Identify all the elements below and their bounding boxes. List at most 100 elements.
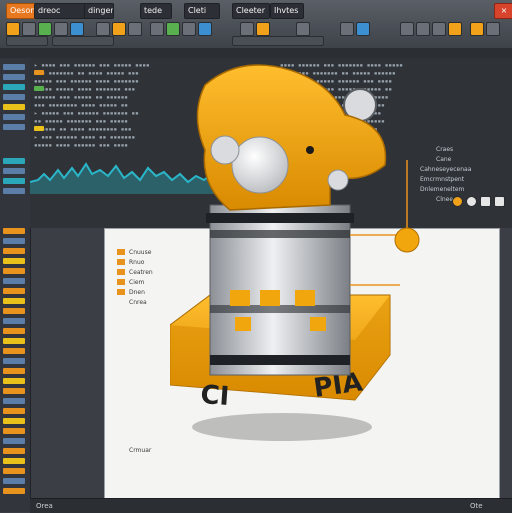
shadow <box>192 413 372 441</box>
sidebar-item[interactable] <box>3 124 25 130</box>
sidebar-item[interactable] <box>3 428 25 434</box>
more-icon[interactable] <box>494 196 505 207</box>
robot-gear-ring <box>210 355 350 365</box>
window-icon[interactable] <box>400 22 414 36</box>
sidebar-item[interactable] <box>3 368 25 374</box>
sidebar-item[interactable] <box>3 478 25 484</box>
robot-panel <box>310 317 326 331</box>
canvas-label: Cnuuse <box>129 249 152 256</box>
sidebar-item[interactable] <box>3 268 25 274</box>
legend-swatch <box>117 259 125 265</box>
robot-pupil <box>306 146 314 154</box>
sidebar-item[interactable] <box>3 308 25 314</box>
layers-icon[interactable] <box>198 22 212 36</box>
record-icon[interactable] <box>452 196 463 207</box>
sidebar-item[interactable] <box>3 398 25 404</box>
sidebar-item[interactable] <box>3 104 25 110</box>
copy-icon[interactable] <box>128 22 142 36</box>
left-sidebar <box>0 58 31 512</box>
split-icon[interactable] <box>416 22 430 36</box>
sidebar-item[interactable] <box>3 358 25 364</box>
sidebar-item[interactable] <box>3 74 25 80</box>
sidebar-item[interactable] <box>3 64 25 70</box>
build-icon[interactable] <box>166 22 180 36</box>
zoom-icon[interactable] <box>340 22 354 36</box>
status-marker <box>34 126 44 131</box>
save-icon[interactable] <box>22 22 36 36</box>
sidebar-item[interactable] <box>3 438 25 444</box>
close-button[interactable]: × <box>494 3 512 19</box>
user-icon[interactable] <box>486 22 500 36</box>
robot-eye <box>231 136 289 194</box>
robot-panel <box>260 290 280 306</box>
settings-icon[interactable] <box>150 22 164 36</box>
robot-cheek <box>210 135 240 165</box>
run-icon[interactable] <box>38 22 52 36</box>
toolbar-item-4[interactable]: tede <box>140 3 172 19</box>
sidebar-item[interactable] <box>3 348 25 354</box>
search-icon[interactable] <box>296 22 310 36</box>
sidebar-item[interactable] <box>3 298 25 304</box>
sidebar-item[interactable] <box>3 378 25 384</box>
toolbar-item-3[interactable]: dinger <box>84 3 114 19</box>
sidebar-item[interactable] <box>3 418 25 424</box>
star-icon[interactable] <box>448 22 462 36</box>
paste-icon[interactable] <box>112 22 126 36</box>
sidebar-item[interactable] <box>3 318 25 324</box>
undo-icon[interactable] <box>54 22 68 36</box>
sidebar-item[interactable] <box>3 248 25 254</box>
terminal-icon[interactable] <box>356 22 370 36</box>
toolbar-item-6[interactable]: Cleeter <box>232 3 270 19</box>
sidebar-item[interactable] <box>3 408 25 414</box>
sidebar-item[interactable] <box>3 278 25 284</box>
status-left: Orea <box>36 502 53 510</box>
robot-gear-ring <box>206 213 354 223</box>
base-mark-left: CI <box>200 380 231 412</box>
redo-icon[interactable] <box>70 22 84 36</box>
canvas-label: Ciem <box>129 279 145 286</box>
toolbar-item-5[interactable]: Cleti <box>184 3 220 19</box>
code-line: ▪▪▪▪▪ ▪▪▪ ▪▪▪▪▪▪ ▪▪▪▪ ▪▪▪▪▪▪▪ <box>34 78 139 85</box>
toolbar-item-1[interactable]: Oeson <box>6 3 36 19</box>
sidebar-item[interactable] <box>3 458 25 464</box>
warning-icon[interactable] <box>470 22 484 36</box>
folder-icon[interactable] <box>6 22 20 36</box>
bookmark-icon[interactable] <box>480 196 491 207</box>
legend-swatch <box>117 289 125 295</box>
sidebar-item[interactable] <box>3 94 25 100</box>
target-dropdown[interactable] <box>52 36 114 46</box>
toolbar-item-7[interactable]: Ihvtes <box>270 3 304 19</box>
grid-icon[interactable] <box>240 22 254 36</box>
sidebar-item[interactable] <box>3 114 25 120</box>
sidebar-item[interactable] <box>3 468 25 474</box>
sidebar-item[interactable] <box>3 448 25 454</box>
sidebar-item[interactable] <box>3 388 25 394</box>
sidebar-item[interactable] <box>3 488 25 494</box>
app-window: Oeson dreoc dinger tede Cleti Cleeter Ih… <box>0 0 512 513</box>
status-right: Ote <box>470 502 483 510</box>
cut-icon[interactable] <box>96 22 110 36</box>
chart-icon[interactable] <box>256 22 270 36</box>
status-marker <box>34 70 44 75</box>
sidebar-item[interactable] <box>3 158 25 164</box>
code-line: ▪▪▪ ▪▪▪▪▪▪▪ ▪▪ ▪▪▪▪ ▪▪▪▪▪ ▪▪▪ <box>34 70 139 77</box>
sidebar-item[interactable] <box>3 288 25 294</box>
info-icon[interactable] <box>466 196 477 207</box>
debug-icon[interactable] <box>182 22 196 36</box>
sidebar-item[interactable] <box>3 238 25 244</box>
sidebar-item[interactable] <box>3 228 25 234</box>
legend-swatch <box>117 269 125 275</box>
config-dropdown[interactable] <box>232 36 324 46</box>
sidebar-item[interactable] <box>3 168 25 174</box>
code-line: ▪▪▪▪▪ ▪▪▪▪ ▪▪▪▪▪▪ ▪▪▪ ▪▪▪▪ <box>34 142 128 149</box>
code-line: ▪▪▪▪▪▪ ▪▪ ▪▪▪▪ ▪▪▪▪▪▪▪▪ ▪▪▪ <box>34 126 132 133</box>
sidebar-item[interactable] <box>3 84 25 90</box>
help-icon[interactable] <box>432 22 446 36</box>
scope-dropdown[interactable] <box>6 36 48 46</box>
toolbar-item-2[interactable]: dreoc <box>34 3 90 19</box>
sidebar-item[interactable] <box>3 188 25 194</box>
sidebar-item[interactable] <box>3 178 25 184</box>
sidebar-item[interactable] <box>3 328 25 334</box>
sidebar-item[interactable] <box>3 338 25 344</box>
sidebar-item[interactable] <box>3 258 25 264</box>
